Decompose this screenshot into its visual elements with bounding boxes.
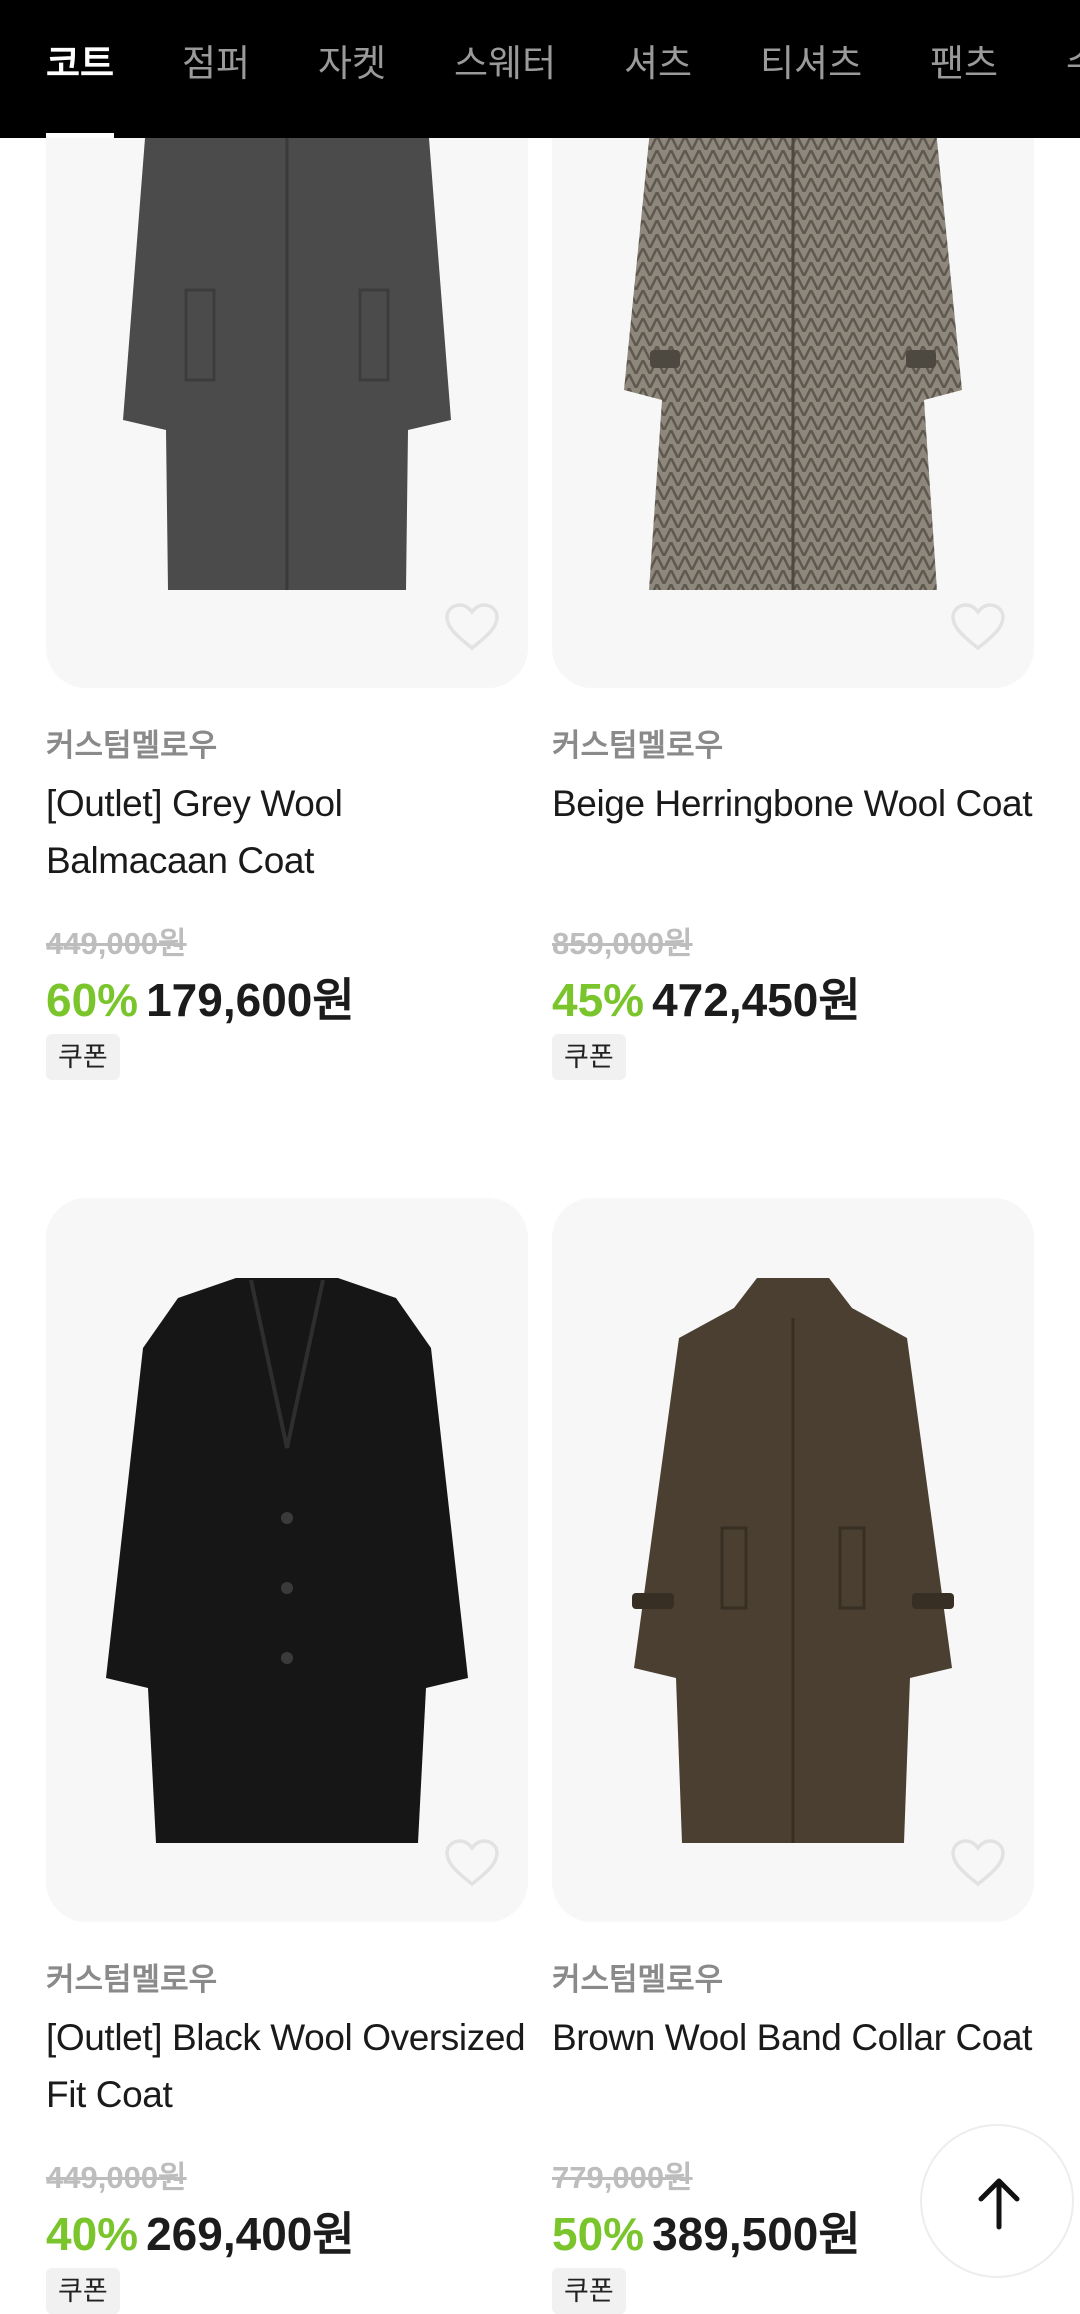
discount-rate: 50% [552,2208,645,2260]
tab-label: 티셔츠 [760,43,863,84]
scroll-to-top-button[interactable] [920,2124,1074,2278]
original-price: 779,000원 [552,2160,693,2195]
tab-label: 셔츠 [624,43,693,84]
original-price: 449,000원 [46,2160,187,2195]
tab-label: 코트 [46,43,115,84]
discount-rate: 60% [46,974,139,1026]
sale-price-line: 40% 269,400원 [46,2198,355,2264]
black-coat-image [106,1278,468,1843]
arrow-up-icon [978,2178,1020,2230]
sale-price: 269,400원 [146,2208,355,2260]
coupon-badge: 쿠폰 [552,2268,626,2314]
coupon-badge: 쿠폰 [46,1034,120,1080]
sale-price-line: 50% 389,500원 [552,2198,861,2264]
favorite-heart-icon[interactable] [950,602,1006,652]
tab-sweater[interactable]: 스웨터 [454,0,556,138]
product-name[interactable]: [Outlet] Grey Wool Balmacaan Coat [46,775,528,889]
sale-price-line: 45% 472,450원 [552,964,861,1030]
category-tab-bar: 코트 점퍼 자켓 스웨터 셔츠 티셔츠 팬츠 수 [0,0,1080,138]
product-brand: 커스텀멜로우 [552,728,724,763]
tab-coat[interactable]: 코트 [46,0,115,138]
sale-price: 472,450원 [652,974,861,1026]
discount-rate: 45% [552,974,645,1026]
tab-label: 자켓 [318,43,387,84]
tab-jumper[interactable]: 점퍼 [182,0,250,138]
product-name[interactable]: Beige Herringbone Wool Coat [552,775,1034,832]
product-card[interactable]: 커스텀멜로우 [Outlet] Black Wool Oversized Fit… [46,1198,528,2314]
product-card[interactable]: 커스텀멜로우 Beige Herringbone Wool Coat 859,0… [552,0,1034,1100]
favorite-heart-icon[interactable] [444,1838,500,1888]
product-image[interactable] [46,1198,528,1922]
tab-label: 스웨터 [454,43,557,84]
coupon-badge: 쿠폰 [46,2268,120,2314]
sale-price: 179,600원 [146,974,355,1026]
coupon-badge: 쿠폰 [552,1034,626,1080]
product-name[interactable]: [Outlet] Black Wool Oversized Fit Coat [46,2009,528,2123]
active-tab-indicator [46,133,115,138]
product-image[interactable] [552,1198,1034,1922]
tab-more[interactable]: 수 [1066,0,1080,138]
sale-price-line: 60% 179,600원 [46,964,355,1030]
tab-label: 팬츠 [930,43,999,84]
original-price: 859,000원 [552,926,693,961]
tab-label: 점퍼 [182,43,251,84]
product-brand: 커스텀멜로우 [46,1962,218,1997]
brown-coat-image [632,1278,954,1843]
favorite-heart-icon[interactable] [950,1838,1006,1888]
tab-pants[interactable]: 팬츠 [930,0,998,138]
discount-rate: 40% [46,2208,139,2260]
favorite-heart-icon[interactable] [444,602,500,652]
product-card[interactable]: 커스텀멜로우 [Outlet] Grey Wool Balmacaan Coat… [46,0,528,1100]
sale-price: 389,500원 [652,2208,861,2260]
tab-shirt[interactable]: 셔츠 [624,0,692,138]
product-name[interactable]: Brown Wool Band Collar Coat [552,2009,1034,2066]
original-price: 449,000원 [46,926,187,961]
product-card[interactable]: 커스텀멜로우 Brown Wool Band Collar Coat 779,0… [552,1198,1034,2314]
product-brand: 커스텀멜로우 [46,728,218,763]
tab-label: 수 [1066,43,1080,84]
tab-jacket[interactable]: 자켓 [318,0,386,138]
tab-tshirt[interactable]: 티셔츠 [760,0,862,138]
product-brand: 커스텀멜로우 [552,1962,724,1997]
